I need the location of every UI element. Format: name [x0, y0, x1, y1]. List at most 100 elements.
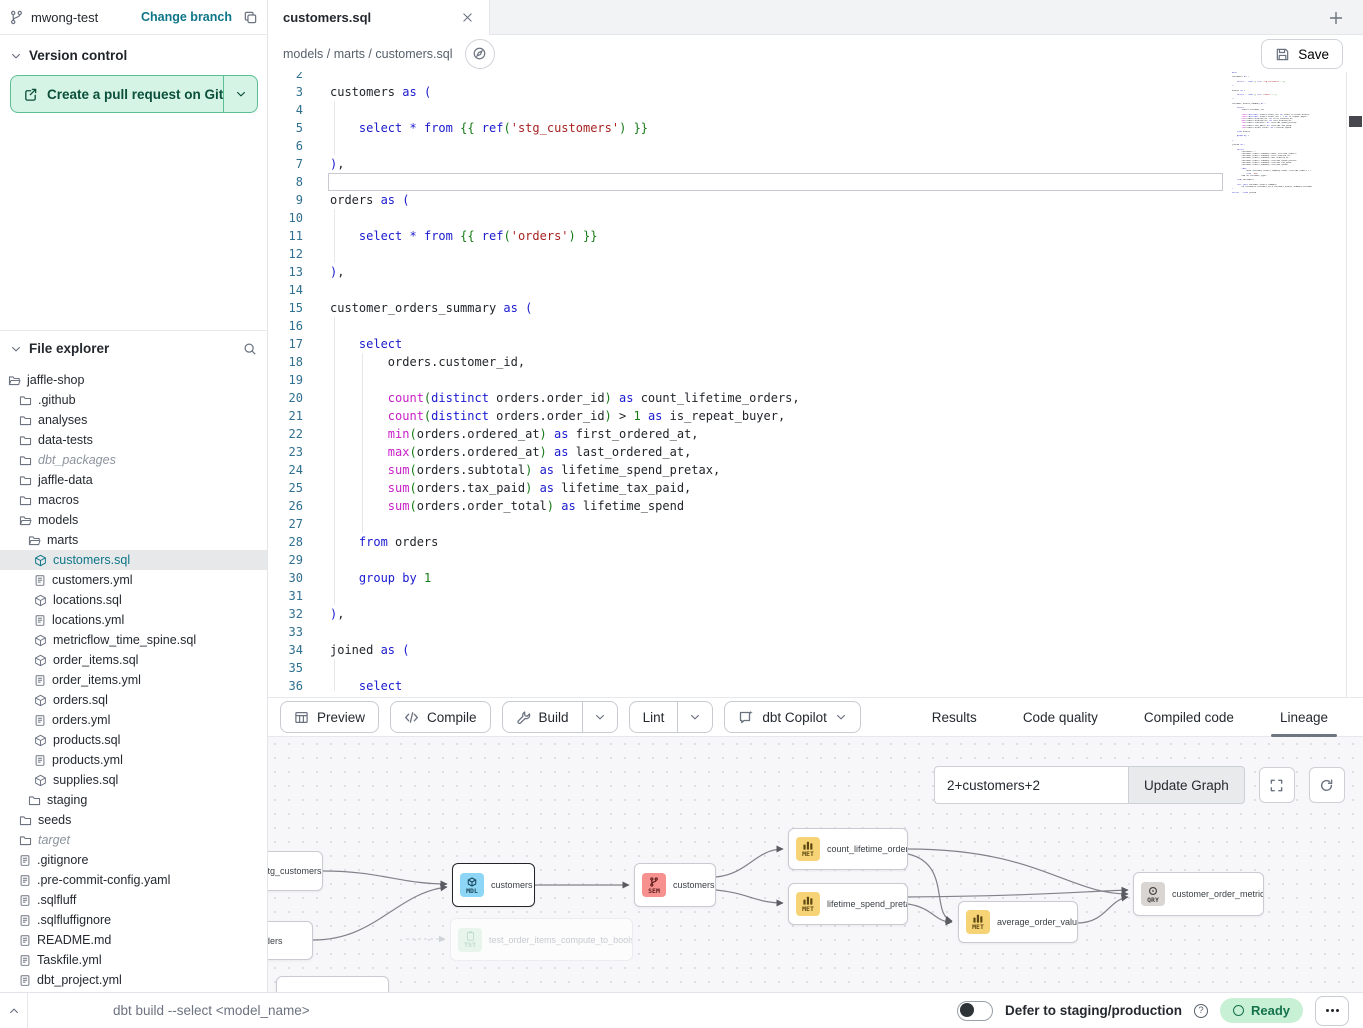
code-line-11[interactable]: 11 select * from {{ ref('orders') }} [268, 227, 1363, 245]
lineage-node-customers-model[interactable]: MDLcustomers [452, 863, 535, 907]
file-tree-item-locations-yml[interactable]: locations.yml [0, 610, 267, 630]
code-line-7[interactable]: 7), [268, 155, 1363, 173]
code-line-15[interactable]: 15customer_orders_summary as ( [268, 299, 1363, 317]
code-line-36[interactable]: 36 select [268, 677, 1363, 695]
lineage-node-orders[interactable]: orders [268, 921, 313, 960]
build-button[interactable]: Build [503, 702, 582, 732]
file-tree-item-orders-yml[interactable]: orders.yml [0, 710, 267, 730]
file-tree-item--sqlfluff[interactable]: .sqlfluff [0, 890, 267, 910]
version-control-header[interactable]: Version control [0, 35, 267, 71]
close-icon[interactable] [461, 11, 474, 24]
code-line-33[interactable]: 33 [268, 623, 1363, 641]
defer-toggle[interactable] [957, 1001, 993, 1021]
code-line-10[interactable]: 10 [268, 209, 1363, 227]
tab-lineage[interactable]: Lineage [1257, 697, 1351, 737]
new-tab-button[interactable] [1321, 0, 1351, 35]
code-line-17[interactable]: 17 select [268, 335, 1363, 353]
code-line-35[interactable]: 35 [268, 659, 1363, 677]
search-icon[interactable] [243, 342, 257, 356]
file-tree-item-jaffle-shop[interactable]: jaffle-shop [0, 370, 267, 390]
file-tree-item--github[interactable]: .github [0, 390, 267, 410]
file-tree-item-order-items-yml[interactable]: order_items.yml [0, 670, 267, 690]
code-line-24[interactable]: 24 sum(orders.subtotal) as lifetime_spen… [268, 461, 1363, 479]
code-line-4[interactable]: 4 [268, 101, 1363, 119]
update-graph-button[interactable]: Update Graph [1128, 766, 1245, 804]
fullscreen-button[interactable] [1259, 767, 1295, 803]
code-line-18[interactable]: 18 orders.customer_id, [268, 353, 1363, 371]
code-line-28[interactable]: 28 from orders [268, 533, 1363, 551]
lineage-node-customer_order_metrics[interactable]: QRYcustomer_order_metrics [1133, 872, 1264, 916]
file-tree-item-jaffle-data[interactable]: jaffle-data [0, 470, 267, 490]
code-line-25[interactable]: 25 sum(orders.tax_paid) as lifetime_tax_… [268, 479, 1363, 497]
code-line-34[interactable]: 34joined as ( [268, 641, 1363, 659]
code-line-19[interactable]: 19 [268, 371, 1363, 389]
code-line-14[interactable]: 14 [268, 281, 1363, 299]
file-tree-item-products-sql[interactable]: products.sql [0, 730, 267, 750]
tab-customers-sql[interactable]: customers.sql [268, 0, 490, 35]
lineage-panel[interactable]: 2+customers+2 Update Graph stg_customers… [268, 737, 1363, 992]
file-tree-item-data-tests[interactable]: data-tests [0, 430, 267, 450]
file-tree-item-products-yml[interactable]: products.yml [0, 750, 267, 770]
file-tree-item-supplies-sql[interactable]: supplies.sql [0, 770, 267, 790]
file-tree-item-taskfile-yml[interactable]: Taskfile.yml [0, 950, 267, 970]
file-tree-item-metricflow-time-spine-sql[interactable]: metricflow_time_spine.sql [0, 630, 267, 650]
create-pr-dropdown[interactable] [223, 76, 257, 112]
command-input[interactable]: dbt build --select <model_name> [113, 1003, 310, 1018]
code-line-22[interactable]: 22 min(orders.ordered_at) as first_order… [268, 425, 1363, 443]
code-line-16[interactable]: 16 [268, 317, 1363, 335]
lint-dropdown[interactable] [677, 702, 712, 732]
file-tree-item-dbt-project-yml[interactable]: dbt_project.yml [0, 970, 267, 990]
lineage-node-customers-semantic[interactable]: SEMcustomers [634, 863, 716, 907]
code-line-23[interactable]: 23 max(orders.ordered_at) as last_ordere… [268, 443, 1363, 461]
lineage-node-average_order_value[interactable]: METaverage_order_value [958, 901, 1078, 943]
lineage-node-count_lifetime_orders[interactable]: METcount_lifetime_orders [788, 828, 908, 870]
code-line-29[interactable]: 29 [268, 551, 1363, 569]
file-tree-item-staging[interactable]: staging [0, 790, 267, 810]
file-tree-item-customers-sql[interactable]: customers.sql [0, 550, 267, 570]
file-tree-item-locations-sql[interactable]: locations.sql [0, 590, 267, 610]
tab-results[interactable]: Results [909, 697, 1000, 737]
code-line-30[interactable]: 30 group by 1 [268, 569, 1363, 587]
file-tree-item-dbt-packages[interactable]: dbt_packages [0, 450, 267, 470]
minimap[interactable]: withcustomers as ( select * from {{ ref(… [1232, 72, 1312, 194]
file-tree-item--sqlfluffignore[interactable]: .sqlfluffignore [0, 910, 267, 930]
code-line-5[interactable]: 5 select * from {{ ref('stg_customers') … [268, 119, 1363, 137]
dbt-copilot-button[interactable]: dbt Copilot [724, 701, 861, 733]
create-pr-button[interactable]: Create a pull request on Git... [10, 75, 258, 113]
build-dropdown[interactable] [582, 702, 617, 732]
copy-icon[interactable] [243, 10, 258, 25]
expand-command-bar[interactable] [0, 1005, 27, 1017]
code-line-21[interactable]: 21 count(distinct orders.order_id) > 1 a… [268, 407, 1363, 425]
code-editor[interactable]: 23customers as (45 select * from {{ ref(… [268, 72, 1363, 697]
tab-compiled-code[interactable]: Compiled code [1121, 697, 1257, 737]
lineage-selector-input[interactable]: 2+customers+2 [934, 766, 1128, 804]
file-tree-item-order-items-sql[interactable]: order_items.sql [0, 650, 267, 670]
code-line-3[interactable]: 3customers as ( [268, 83, 1363, 101]
file-tree-item-readme-md[interactable]: README.md [0, 930, 267, 950]
code-line-27[interactable]: 27 [268, 515, 1363, 533]
file-tree-item-macros[interactable]: macros [0, 490, 267, 510]
overflow-menu-button[interactable] [1315, 996, 1349, 1026]
tab-code-quality[interactable]: Code quality [1000, 697, 1121, 737]
preview-button[interactable]: Preview [280, 701, 379, 733]
code-line-32[interactable]: 32), [268, 605, 1363, 623]
lint-button[interactable]: Lint [630, 702, 678, 732]
save-button[interactable]: Save [1261, 39, 1343, 69]
code-line-12[interactable]: 12 [268, 245, 1363, 263]
code-line-8[interactable]: 8 [268, 173, 1363, 191]
code-line-2[interactable]: 2 [268, 72, 1363, 83]
file-tree-item-seeds[interactable]: seeds [0, 810, 267, 830]
file-tree-item-target[interactable]: target [0, 830, 267, 850]
code-line-6[interactable]: 6 [268, 137, 1363, 155]
file-explorer-header[interactable]: File explorer [0, 331, 267, 362]
help-icon[interactable]: ? [1194, 1004, 1208, 1018]
compile-button[interactable]: Compile [390, 701, 491, 733]
lineage-node-stg_customers[interactable]: stg_customers [268, 851, 323, 891]
file-tree-item-analyses[interactable]: analyses [0, 410, 267, 430]
scrollbar-thumb[interactable] [1349, 116, 1362, 127]
code-line-13[interactable]: 13), [268, 263, 1363, 281]
file-tree-item--pre-commit-config-yaml[interactable]: .pre-commit-config.yaml [0, 870, 267, 890]
file-tree-item-customers-yml[interactable]: customers.yml [0, 570, 267, 590]
lineage-node-test-order-items[interactable]: TSTtest_order_items_compute_to_bools... [450, 918, 633, 961]
dbt-copilot-orb-button[interactable] [465, 39, 495, 69]
